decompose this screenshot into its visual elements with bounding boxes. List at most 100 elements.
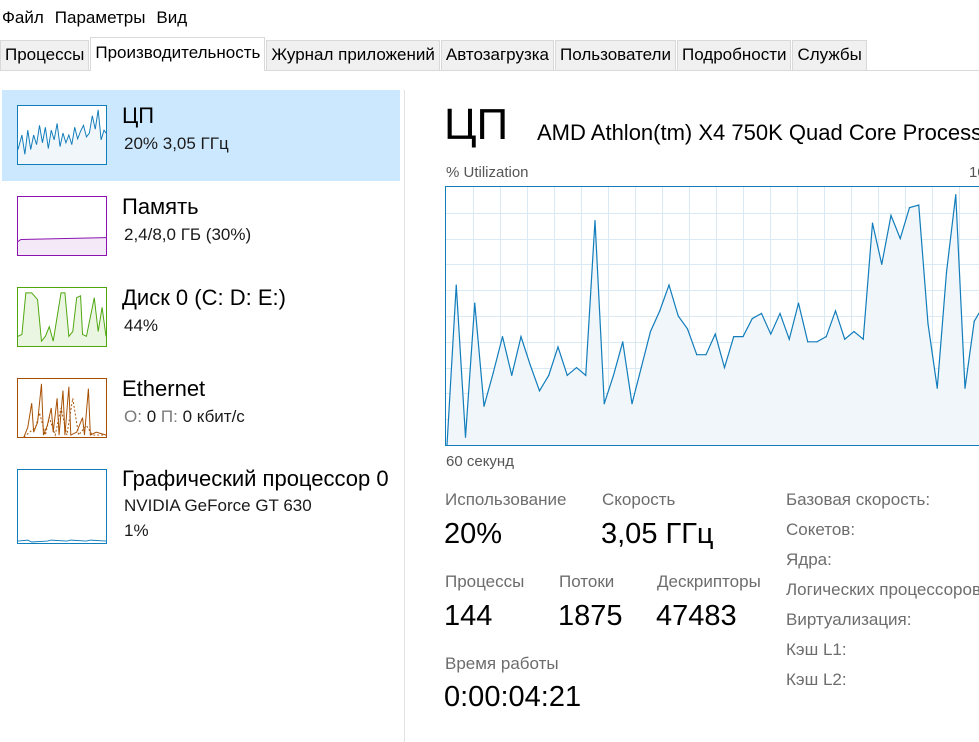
uptime-label: Время работы — [445, 654, 559, 673]
cpu-utilization-point — [945, 271, 948, 273]
tab-startup[interactable]: Автозагрузка — [440, 40, 555, 70]
cpu-utilization-point — [566, 374, 568, 376]
cpu-utilization-point — [585, 374, 587, 376]
cpu-utilization-point — [751, 317, 753, 320]
tab-performance[interactable]: Производительность — [90, 37, 266, 71]
cpu-utilization-point — [788, 338, 790, 340]
sidebar-item-disk[interactable]: Диск 0 (C: D: E:) 44% — [2, 272, 400, 363]
cpu-utilization-point — [696, 354, 698, 356]
cpu-utilization-point — [779, 312, 781, 315]
panel-divider — [404, 90, 405, 742]
sidebar-item-ethernet[interactable]: Ethernet О: 0 П: 0 кбит/с — [2, 363, 400, 454]
cpu-utilization-point — [816, 341, 818, 343]
sidebar-item-gpu[interactable]: Графический процессор 0 NVIDIA GeForce G… — [2, 454, 400, 554]
disk-summary: 44% — [124, 316, 159, 335]
ethernet-send-label: О: — [124, 407, 142, 426]
cpu-utilization-point — [797, 302, 800, 304]
cpu-utilization-point — [575, 367, 578, 369]
spec-l2-cache: Кэш L2: — [786, 670, 847, 689]
uptime-value: 0:00:04:21 — [444, 681, 582, 713]
cpu-title: ЦП — [122, 103, 155, 128]
cpu-utilization-point — [705, 354, 707, 356]
processes-value: 144 — [444, 600, 493, 632]
ethernet-title: Ethernet — [122, 376, 206, 401]
cpu-utilization-point — [622, 341, 624, 343]
spec-cores: Ядра: — [786, 550, 832, 569]
menu-view[interactable]: Вид — [153, 8, 190, 28]
ethernet-summary: О: 0 П: 0 кбит/с — [124, 407, 245, 427]
cpu-utilization-point — [733, 336, 735, 338]
tab-users[interactable]: Пользователи — [555, 40, 676, 70]
tab-details[interactable]: Подробности — [676, 40, 792, 70]
utilization-max-label: 100% — [969, 164, 979, 181]
threads-label: Потоки — [559, 572, 615, 591]
cpu-utilization-point — [511, 374, 513, 376]
cpu-utilization-chart — [445, 186, 979, 446]
cpu-utilization-point — [742, 336, 744, 338]
sidebar-item-memory[interactable]: Память 2,4/8,0 ГБ (30%) — [2, 181, 400, 272]
cpu-utilization-point — [760, 312, 763, 315]
cpu-utilization-point — [538, 390, 541, 392]
processes-label: Процессы — [445, 572, 525, 591]
cpu-utilization-point — [520, 336, 522, 338]
cpu-chart-svg — [446, 187, 979, 445]
cpu-utilization-point — [853, 330, 855, 333]
handles-label: Дескрипторы — [657, 572, 761, 591]
cpu-utilization-point — [834, 310, 837, 312]
speed-label: Скорость — [602, 490, 676, 509]
cpu-utilization-point — [807, 341, 809, 343]
spec-sockets: Сокетов: — [786, 520, 856, 539]
memory-summary: 2,4/8,0 ГБ (30%) — [124, 225, 252, 244]
cpu-utilization-point — [594, 219, 596, 222]
cpu-utilization-point — [557, 346, 559, 348]
memory-thumbnail-graph — [17, 196, 107, 256]
cpu-utilization-area — [447, 194, 979, 445]
cpu-utilization-point — [455, 284, 457, 286]
disk-thumbnail-graph — [17, 287, 107, 347]
cpu-utilization-point — [603, 403, 605, 405]
cpu-summary: 20% 3,05 ГГц — [124, 134, 229, 153]
cpu-utilization-point — [825, 336, 827, 338]
gpu-summary: 1% — [124, 521, 149, 540]
cpu-utilization-point — [936, 387, 938, 389]
cpu-utilization-point — [899, 238, 901, 240]
tab-services[interactable]: Службы — [792, 40, 867, 70]
cpu-utilization-point — [501, 336, 504, 338]
usage-label: Использование — [445, 490, 567, 509]
cpu-utilization-point — [714, 333, 716, 335]
cpu-utilization-point — [474, 302, 476, 304]
spec-virtualization: Виртуализация: — [786, 610, 912, 629]
gpu-model: NVIDIA GeForce GT 630 — [124, 496, 312, 515]
cpu-utilization-point — [464, 436, 467, 438]
gpu-title: Графический процессор 0 — [122, 466, 389, 491]
tab-app-history[interactable]: Журнал приложений — [266, 40, 440, 70]
cpu-utilization-point — [686, 328, 689, 330]
cpu-utilization-point — [668, 284, 670, 286]
menu-file[interactable]: Файл — [0, 8, 47, 28]
cpu-utilization-point — [631, 403, 633, 405]
cpu-utilization-point — [973, 320, 975, 322]
time-axis-label: 60 секунд — [446, 453, 514, 470]
menu-options[interactable]: Параметры — [52, 8, 149, 28]
cpu-utilization-point — [492, 372, 494, 374]
cpu-utilization-point — [908, 207, 911, 209]
utilization-axis-label: % Utilization — [446, 164, 529, 181]
cpu-utilization-point — [677, 315, 679, 317]
speed-value: 3,05 ГГц — [601, 518, 714, 550]
cpu-utilization-point — [918, 204, 920, 206]
memory-title: Память — [122, 194, 199, 219]
spec-base-speed: Базовая скорость: — [786, 490, 931, 509]
cpu-utilization-point — [548, 374, 550, 376]
cpu-utilization-point — [483, 405, 485, 407]
cpu-utilization-point — [649, 330, 652, 333]
ethernet-thumbnail-graph — [17, 378, 107, 438]
cpu-utilization-point — [871, 222, 874, 224]
sidebar-item-cpu[interactable]: ЦП 20% 3,05 ГГц — [2, 90, 400, 181]
gpu-thumbnail-graph — [17, 469, 107, 544]
tab-processes[interactable]: Процессы — [0, 40, 90, 70]
performance-sidebar: ЦП 20% 3,05 ГГц Память 2,4/8,0 ГБ (30%) … — [0, 88, 400, 742]
spec-logical-processors: Логических процессоров: — [786, 580, 979, 599]
cpu-utilization-point — [640, 367, 642, 369]
page-title: ЦП — [444, 100, 509, 149]
handles-value: 47483 — [656, 600, 737, 632]
